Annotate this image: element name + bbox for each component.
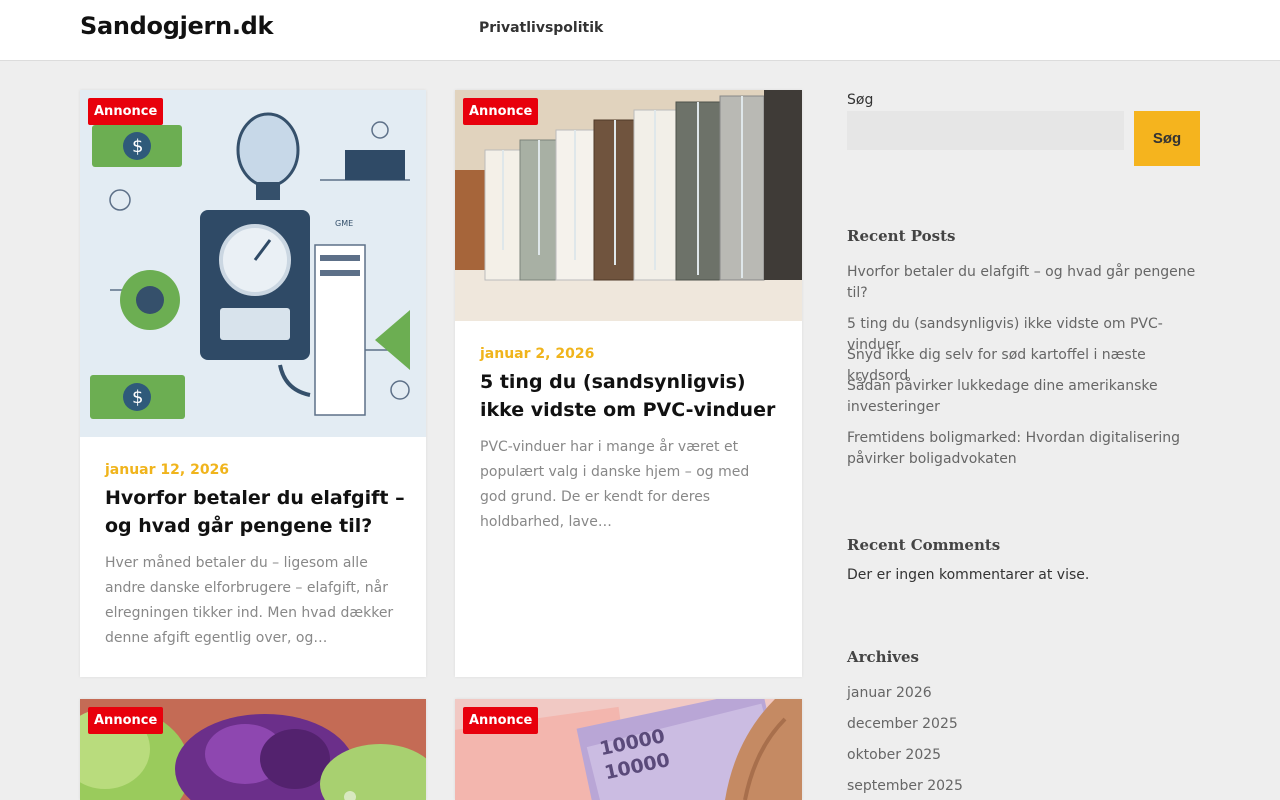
post-excerpt: PVC-vinduer har i mange år været et popu… [480, 439, 750, 530]
post-date[interactable]: januar 12, 2026 [105, 462, 229, 478]
site-header: Sandogjern.dk Privatlivspolitik [0, 0, 1280, 61]
ad-badge: Annonce [463, 707, 539, 734]
post-card: 10000 10000 Annonce [455, 699, 802, 800]
archive-link[interactable]: december 2025 [847, 714, 1200, 735]
post-title[interactable]: 5 ting du (sandsynligvis) ikke vidste om… [480, 368, 780, 424]
recent-post-link[interactable]: Sådan påvirker lukkedage dine amerikansk… [847, 376, 1200, 418]
site-title[interactable]: Sandogjern.dk [80, 12, 274, 40]
post-title[interactable]: Hvorfor betaler du elafgift – og hvad gå… [105, 484, 405, 540]
search-input[interactable] [847, 111, 1124, 150]
archive-link[interactable]: januar 2026 [847, 683, 1200, 704]
post-card: Annonce januar 2, 2026 5 ting du (sandsy… [455, 90, 802, 677]
post-excerpt: Hver måned betaler du – ligesom alle and… [105, 555, 394, 646]
post-date[interactable]: januar 2, 2026 [480, 346, 594, 362]
electricity-illustration: $ GME $ [80, 90, 426, 437]
svg-text:$: $ [132, 136, 143, 157]
search-button[interactable]: Søg [1134, 111, 1200, 166]
post-card: $ GME $ Annonce januar 12, 2026 Hvorfor … [80, 90, 426, 677]
svg-text:$: $ [132, 387, 143, 408]
archives-title: Archives [847, 648, 919, 666]
ad-badge: Annonce [88, 707, 164, 734]
recent-post-link[interactable]: Hvorfor betaler du elafgift – og hvad gå… [847, 262, 1200, 304]
post-thumbnail[interactable]: $ GME $ [80, 90, 426, 437]
image-label: GME [335, 219, 353, 228]
post-card: Annonce [80, 699, 426, 800]
archive-link[interactable]: oktober 2025 [847, 745, 1200, 766]
recent-post-link[interactable]: Fremtidens boligmarked: Hvordan digitali… [847, 428, 1200, 470]
recent-posts-title: Recent Posts [847, 227, 956, 245]
archive-link[interactable]: september 2025 [847, 776, 1200, 797]
ad-badge: Annonce [88, 98, 164, 125]
nav-link-privatlivspolitik[interactable]: Privatlivspolitik [479, 20, 603, 36]
recent-comments-title: Recent Comments [847, 536, 1001, 554]
recent-comments-empty: Der er ingen kommentarer at vise. [847, 567, 1090, 583]
search-label: Søg [847, 92, 874, 108]
ad-badge: Annonce [463, 98, 539, 125]
